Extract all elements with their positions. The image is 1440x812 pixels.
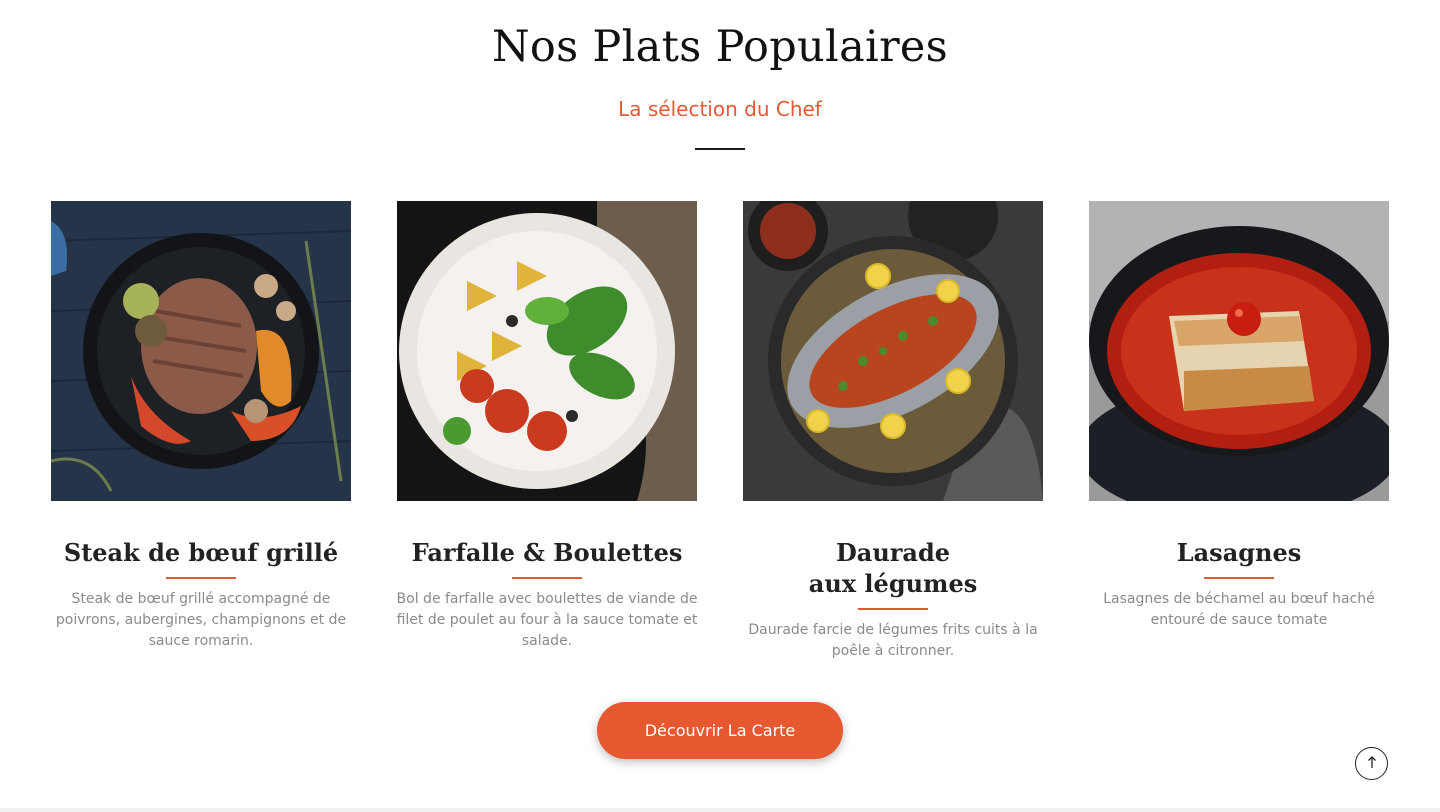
title-divider bbox=[695, 148, 745, 150]
sea-bream-pan-photo[interactable] bbox=[743, 201, 1043, 501]
scroll-to-top-button[interactable] bbox=[1355, 747, 1388, 780]
dish-description: Daurade farcie de légumes frits cuits à … bbox=[748, 622, 1038, 659]
section-title: Nos Plats Populaires bbox=[491, 22, 949, 72]
arrow-up-icon bbox=[1366, 755, 1378, 772]
title-underline bbox=[166, 577, 236, 579]
pasta-bowl-photo[interactable] bbox=[397, 201, 697, 501]
discover-menu-button[interactable]: Découvrir La Carte bbox=[597, 702, 843, 759]
dish-title[interactable]: Lasagnes bbox=[1069, 537, 1409, 568]
title-underline bbox=[858, 608, 928, 610]
section-subtitle: La sélection du Chef bbox=[618, 97, 822, 121]
dish-description: Bol de farfalle avec boulettes de viande… bbox=[396, 591, 698, 649]
dish-title-line1: Daurade bbox=[835, 538, 951, 567]
dish-card-farfalle: Farfalle & Boulettes Bol de farfalle ave… bbox=[397, 201, 697, 649]
dish-card-daurade: Daurade aux légumes Daurade farcie de lé… bbox=[743, 201, 1043, 659]
dish-title[interactable]: Daurade aux légumes bbox=[723, 537, 1063, 599]
steak-pan-photo[interactable] bbox=[51, 201, 351, 501]
footer-divider bbox=[0, 808, 1440, 812]
dish-description: Lasagnes de béchamel au bœuf haché entou… bbox=[1103, 591, 1375, 628]
popular-dishes-section: Nos Plats Populaires La sélection du Che… bbox=[0, 0, 1440, 812]
dish-title-line2: aux légumes bbox=[808, 569, 978, 598]
dish-card-lasagnes: Lasagnes Lasagnes de béchamel au bœuf ha… bbox=[1089, 201, 1389, 628]
dish-title[interactable]: Steak de bœuf grillé bbox=[31, 537, 371, 568]
dish-title[interactable]: Farfalle & Boulettes bbox=[377, 537, 717, 568]
title-underline bbox=[1204, 577, 1274, 579]
title-underline bbox=[512, 577, 582, 579]
lasagna-plate-photo[interactable] bbox=[1089, 201, 1389, 501]
dish-description: Steak de bœuf grillé accompagné de poivr… bbox=[55, 591, 347, 649]
dish-card-steak: Steak de bœuf grillé Steak de bœuf grill… bbox=[51, 201, 351, 649]
